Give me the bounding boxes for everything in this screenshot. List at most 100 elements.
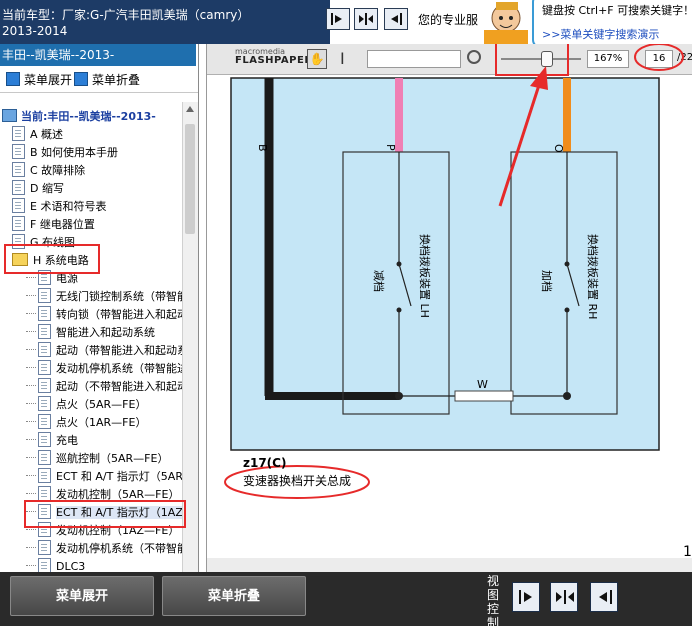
- tree-connector: [26, 439, 36, 440]
- search-demo-link[interactable]: >>菜单关键字搜索演示: [542, 26, 659, 42]
- tree-item-c[interactable]: C 故障排除: [12, 162, 85, 180]
- document-icon: [12, 198, 25, 213]
- upshift-label: 加档: [540, 270, 554, 292]
- tree-label: 起动（带智能进入和起动系: [56, 344, 182, 357]
- find-input[interactable]: [367, 50, 461, 68]
- tree-root[interactable]: 当前:丰田--凯美瑞--2013-: [2, 108, 156, 126]
- brand-bottom: FLASHPAPER: [235, 55, 313, 66]
- tree-connector: [26, 565, 36, 566]
- tree-label: 智能进入和起动系统: [56, 326, 155, 339]
- tree-label: 充电: [56, 434, 78, 447]
- tree-item-a[interactable]: A 概述: [12, 126, 63, 144]
- tree-subitem[interactable]: 无线门锁控制系统（带智能: [26, 288, 182, 306]
- document-icon: [38, 324, 51, 339]
- mascot-icon: [484, 2, 528, 44]
- component-code: z17(C): [243, 456, 287, 470]
- tree-subitem[interactable]: 起动（带智能进入和起动系: [26, 342, 182, 360]
- nav-fit-button[interactable]: [354, 8, 378, 30]
- document-icon: [12, 144, 25, 159]
- bottom-bar: 菜单展开 菜单折叠 视图控制: [0, 572, 692, 630]
- document-icon: [12, 216, 25, 231]
- tree-connector: [26, 349, 36, 350]
- footer-collapse-button[interactable]: 菜单折叠: [162, 576, 306, 616]
- scroll-thumb[interactable]: [185, 124, 195, 234]
- tree-label: ECT 和 A/T 指示灯（5AR: [56, 470, 182, 483]
- tree-connector: [26, 277, 36, 278]
- collapse-menu-label: 菜单折叠: [92, 73, 141, 87]
- paddle-rh-label: 换档拨板装置 RH: [586, 234, 600, 319]
- tree-label: A 概述: [30, 128, 64, 141]
- tree-subitem[interactable]: DLC3: [26, 558, 85, 572]
- tree-label: B 如何使用本手册: [30, 146, 119, 159]
- tree-connector: [26, 547, 36, 548]
- tree-subitem[interactable]: 点火（5AR—FE）: [26, 396, 146, 414]
- sidebar: 丰田--凯美瑞--2013- 菜单展开 菜单折叠 当前:丰田--凯美瑞--201…: [0, 44, 199, 572]
- nav-next-button[interactable]: [326, 8, 350, 30]
- highlight-zoom-slider: [495, 44, 569, 76]
- fit-width-icon: [359, 13, 373, 25]
- tree-subitem[interactable]: 巡航控制（5AR—FE）: [26, 450, 168, 468]
- zoom-level[interactable]: 167%: [587, 50, 629, 68]
- document-icon: [38, 360, 51, 375]
- nav-prev-button[interactable]: [384, 8, 408, 30]
- vehicle-info: 当前车型：厂家:G-广汽丰田凯美瑞（camry） 2013-2014: [0, 0, 330, 44]
- service-text: 您的专业服务专家: [418, 13, 478, 27]
- collapse-menu-button[interactable]: 菜单折叠: [74, 71, 140, 88]
- tree-subitem[interactable]: ECT 和 A/T 指示灯（5AR: [26, 468, 182, 486]
- downshift-label: 减档: [372, 270, 386, 292]
- sidebar-title: 丰田--凯美瑞--2013-: [0, 44, 196, 66]
- tree-item-e[interactable]: E 术语和符号表: [12, 198, 106, 216]
- arrow-left-icon: [599, 590, 612, 604]
- tree-connector: [26, 295, 36, 296]
- view-control-label: 视图控制: [487, 574, 500, 630]
- document-icon: [12, 126, 25, 141]
- paddle-lh-label: 换档拨板装置 LH: [418, 234, 432, 318]
- document-icon: [38, 432, 51, 447]
- arrow-right-icon: [331, 13, 342, 25]
- hand-tool-icon[interactable]: ✋: [307, 49, 327, 69]
- document-icon: [38, 342, 51, 357]
- tree-subitem[interactable]: 转向锁（带智能进入和起动: [26, 306, 182, 324]
- document-icon: [38, 486, 51, 501]
- tree-connector: [26, 403, 36, 404]
- tree-label: 点火（1AR—FE）: [56, 416, 147, 429]
- tree-label: 当前:丰田--凯美瑞--2013-: [21, 110, 156, 123]
- view-fit-button[interactable]: [550, 582, 578, 612]
- tree-label: 发动机停机系统（不带智能: [56, 542, 182, 555]
- tree-label: 巡航控制（5AR—FE）: [56, 452, 169, 465]
- scroll-up-icon[interactable]: [186, 106, 194, 112]
- top-banner: 当前车型：厂家:G-广汽丰田凯美瑞（camry） 2013-2014 您的专业服…: [0, 0, 692, 44]
- expand-menu-button[interactable]: 菜单展开: [6, 71, 72, 88]
- tree-connector: [26, 529, 36, 530]
- tree-subitem[interactable]: 点火（1AR—FE）: [26, 414, 146, 432]
- text-select-icon[interactable]: I: [340, 49, 345, 68]
- flashpaper-logo: macromedia FLASHPAPER: [235, 47, 313, 66]
- search-icon[interactable]: [467, 50, 481, 64]
- document-icon: [38, 468, 51, 483]
- tree-subitem[interactable]: 起动（不带智能进入和起动: [26, 378, 182, 396]
- component-name: 变速器换档开关总成: [243, 474, 352, 488]
- tree-item-b[interactable]: B 如何使用本手册: [12, 144, 118, 162]
- viewer-scrollbar[interactable]: [207, 558, 692, 572]
- tree-item-d[interactable]: D 缩写: [12, 180, 64, 198]
- document-icon: [38, 414, 51, 429]
- tree-label: DLC3: [56, 560, 86, 572]
- tree-label: D 缩写: [30, 182, 64, 195]
- tree-label: 起动（不带智能进入和起动: [56, 380, 182, 393]
- tree-connector: [26, 385, 36, 386]
- tree-label: 无线门锁控制系统（带智能: [56, 290, 182, 303]
- view-prev-button[interactable]: [590, 582, 618, 612]
- footer-expand-button[interactable]: 菜单展开: [10, 576, 154, 616]
- arrow-left-icon: [391, 13, 402, 25]
- document-icon: [38, 288, 51, 303]
- tree-subitem[interactable]: 充电: [26, 432, 78, 450]
- expand-menu-label: 菜单展开: [24, 73, 73, 87]
- tree-subitem[interactable]: 智能进入和起动系统: [26, 324, 155, 342]
- tree-connector: [26, 475, 36, 476]
- tree-item-f[interactable]: F 继电器位置: [12, 216, 95, 234]
- arrow-right-icon: [519, 590, 532, 604]
- view-next-button[interactable]: [512, 582, 540, 612]
- tree-subitem[interactable]: 发动机停机系统（带智能进: [26, 360, 182, 378]
- document-icon: [12, 180, 25, 195]
- tree-subitem[interactable]: 发动机停机系统（不带智能: [26, 540, 182, 558]
